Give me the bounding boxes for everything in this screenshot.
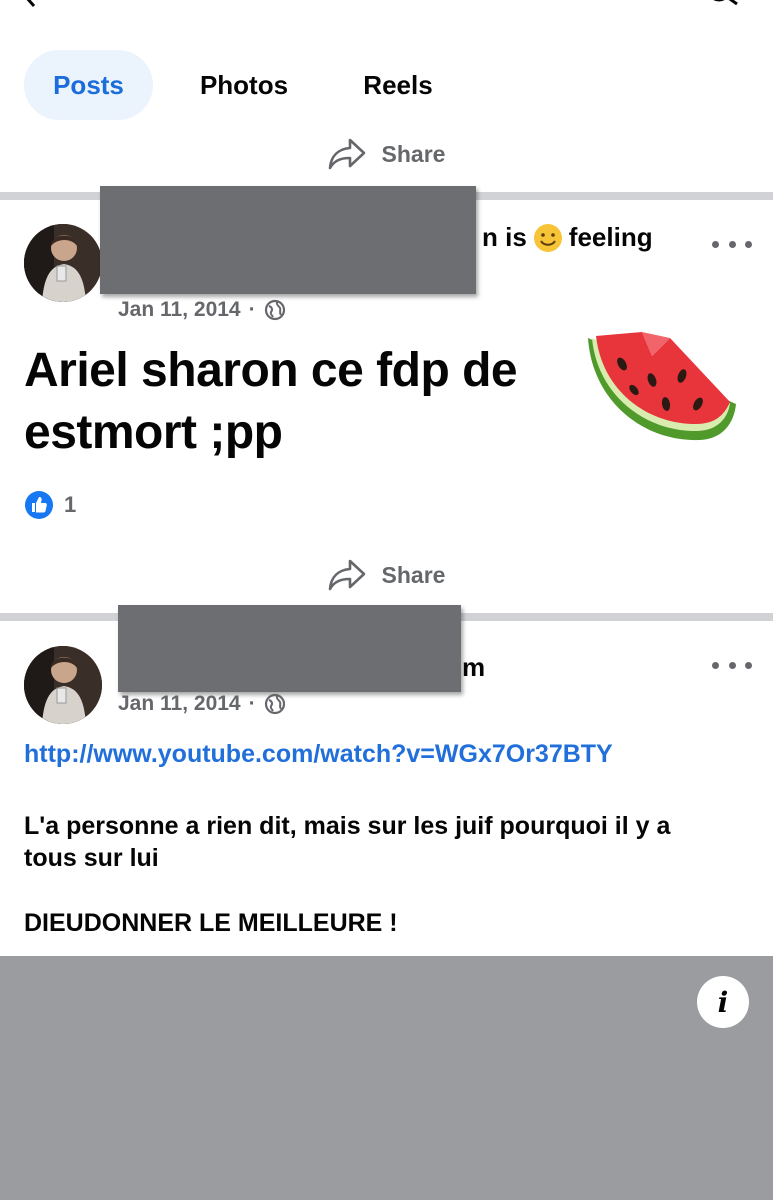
share-icon [328, 559, 365, 591]
meta-separator: · [248, 692, 256, 715]
avatar-photo [24, 224, 102, 302]
globe-icon [264, 299, 285, 321]
back-chevron-icon[interactable] [20, 0, 42, 8]
post-date: Jan 11, 2014 [118, 692, 241, 715]
share-icon [328, 138, 365, 170]
search-icon[interactable] [705, 0, 741, 8]
feeling-label: feeling [568, 222, 653, 252]
author-name-fragment: n is [482, 222, 527, 252]
top-bar [0, 0, 773, 30]
avatar-photo [24, 646, 102, 724]
avatar[interactable] [24, 646, 102, 724]
meta-separator: · [248, 298, 256, 321]
share-button[interactable]: Share [0, 132, 773, 176]
tab-reels[interactable]: Reels [340, 50, 456, 120]
smiley-emoji-icon [533, 223, 562, 252]
avatar[interactable] [24, 224, 102, 302]
like-icon [25, 491, 53, 519]
tab-posts[interactable]: Posts [24, 50, 153, 120]
post-header: n is feeling [482, 222, 653, 253]
reaction-summary[interactable]: 1 [24, 490, 76, 520]
post-meta: Jan 11, 2014 · [118, 692, 286, 716]
more-options-icon[interactable] [712, 655, 752, 675]
post-text-line: Ariel sharon ce fdp de [24, 344, 518, 397]
reaction-count: 1 [64, 492, 77, 517]
post-header: m [462, 652, 485, 683]
watermelon-emoji-icon [588, 332, 736, 441]
post-body-paragraph: L'a personne a rien dit, mais sur les ju… [24, 810, 754, 874]
post-body-line: tous sur lui [24, 844, 159, 872]
post-text: Ariel sharon ce fdp de estmort ;pp [24, 340, 584, 464]
post-date: Jan 11, 2014 [118, 298, 241, 321]
post-meta: Jan 11, 2014 · [118, 298, 286, 322]
link-preview-media[interactable] [0, 956, 773, 1200]
more-options-icon[interactable] [712, 234, 752, 254]
author-name-fragment: m [462, 652, 486, 682]
redaction-bar [118, 605, 461, 692]
post-body-line: L'a personne a rien dit, mais sur les ju… [24, 812, 671, 840]
share-label: Share [381, 140, 446, 167]
share-button[interactable]: Share [0, 553, 773, 597]
redaction-bar [100, 186, 476, 294]
post-body-paragraph: DIEUDONNER LE MEILLEURE ! [24, 909, 398, 937]
youtube-link[interactable]: http://www.youtube.com/watch?v=WGx7Or37B… [24, 740, 613, 769]
post-text-line: estmort ;pp [24, 406, 283, 459]
info-button[interactable]: i [697, 976, 749, 1028]
globe-icon [264, 693, 285, 715]
share-label: Share [381, 561, 446, 588]
tab-photos[interactable]: Photos [172, 50, 316, 120]
